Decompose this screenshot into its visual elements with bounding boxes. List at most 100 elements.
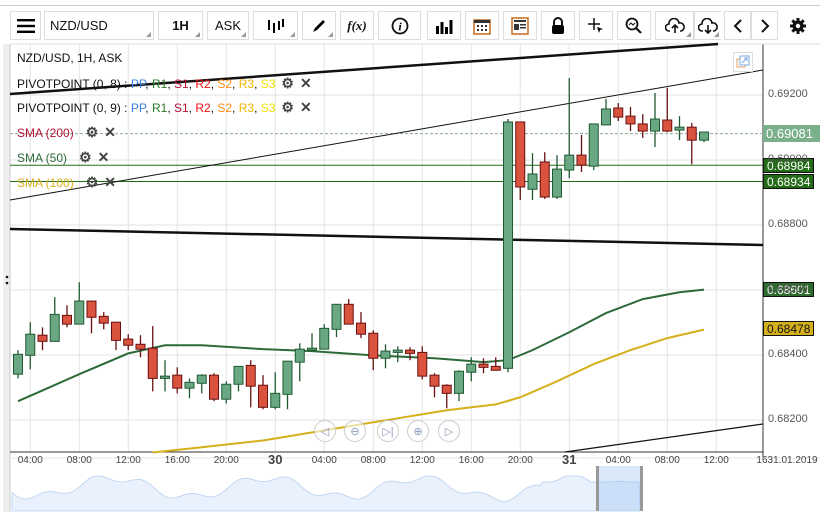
pivot-levels: PP, R1, S1, R2, S2, R3, S3 bbox=[130, 100, 276, 115]
candle-down bbox=[86, 300, 97, 318]
candle-down bbox=[245, 364, 256, 387]
x-tick-label: 12:00 bbox=[409, 455, 435, 466]
close-icon[interactable]: ✕ bbox=[98, 149, 110, 166]
triangle-right-icon: ▷ bbox=[444, 425, 454, 438]
close-icon[interactable]: ✕ bbox=[104, 124, 116, 141]
candle-up bbox=[319, 327, 330, 350]
legend-pivot-1: PIVOTPOINT (0, 8) : PP, R1, S1, R2, S2, … bbox=[17, 75, 312, 92]
x-tick-label: 08:00 bbox=[66, 455, 92, 466]
candle-down bbox=[686, 126, 697, 141]
candle-down bbox=[539, 161, 550, 198]
pivot-level-r1: R1 bbox=[151, 76, 168, 91]
candle-down bbox=[625, 115, 636, 125]
drag-handle-dot bbox=[5, 275, 9, 279]
candle-down bbox=[515, 121, 526, 188]
x-tick-label: 12:00 bbox=[115, 455, 141, 466]
candle-down bbox=[637, 123, 648, 132]
expand-button[interactable] bbox=[733, 52, 753, 72]
close-icon[interactable]: ✕ bbox=[104, 174, 116, 191]
pivot-level-s2: S2 bbox=[217, 100, 233, 115]
zoom-out-button[interactable]: ⊖ bbox=[344, 420, 366, 442]
candle-down bbox=[62, 314, 72, 325]
legend-title: NZD/USD, 1H, ASK bbox=[17, 51, 123, 65]
zoom-in-icon: ⊕ bbox=[413, 425, 423, 438]
legend-sma-200: SMA (200) ⚙ ✕ bbox=[17, 124, 116, 141]
candle-down bbox=[368, 332, 379, 359]
candle-up bbox=[233, 365, 244, 385]
y-tick-label: 0.69000 bbox=[768, 153, 808, 165]
zoom-in-button[interactable]: ⊕ bbox=[407, 420, 429, 442]
x-tick-label: 04:00 bbox=[605, 455, 631, 466]
y-tick-label: 0.68800 bbox=[768, 218, 808, 230]
gear-icon[interactable]: ⚙ bbox=[281, 99, 294, 116]
candle-up bbox=[25, 333, 36, 356]
x-tick-label: 20:00 bbox=[507, 455, 533, 466]
x-tick-label: 20:00 bbox=[213, 455, 239, 466]
candle-down bbox=[258, 384, 268, 408]
x-tick-label: 04:00 bbox=[311, 455, 337, 466]
candle-down bbox=[123, 338, 134, 346]
gear-icon[interactable]: ⚙ bbox=[86, 174, 99, 191]
candle-up bbox=[454, 370, 464, 394]
candle-down bbox=[613, 107, 624, 118]
candle-up bbox=[221, 383, 232, 400]
y-tick-label: 0.68600 bbox=[768, 283, 808, 295]
candle-up bbox=[503, 121, 513, 369]
pivot-level-r2: R2 bbox=[195, 100, 211, 115]
triangle-left-icon: ◁ bbox=[320, 425, 330, 438]
line-2-price-label: 0.68934 bbox=[763, 174, 815, 189]
navigator-area bbox=[11, 475, 641, 512]
candle-up bbox=[13, 353, 23, 375]
pivot-levels: PP, R1, S1, R2, S2, R3, S3 bbox=[130, 76, 276, 91]
current-price-label: 0.69081 bbox=[763, 125, 820, 142]
candle-down bbox=[98, 315, 109, 324]
candle-down bbox=[172, 374, 183, 389]
candle-down bbox=[441, 384, 452, 394]
reset-end-button[interactable]: ▷| bbox=[377, 420, 399, 442]
navigator-handle-left[interactable] bbox=[596, 466, 599, 511]
scroll-right-button[interactable]: ▷ bbox=[438, 420, 460, 442]
pivot-level-s3: S3 bbox=[260, 76, 276, 91]
candle-up bbox=[282, 360, 293, 395]
expand-icon bbox=[736, 55, 750, 68]
candle-down bbox=[356, 322, 366, 335]
candle-down bbox=[37, 334, 48, 342]
pivot-level-r1: R1 bbox=[151, 100, 168, 115]
gear-icon[interactable]: ⚙ bbox=[86, 124, 99, 141]
candle-up bbox=[527, 173, 538, 190]
candle-down bbox=[662, 119, 673, 132]
trendline bbox=[564, 423, 764, 453]
candle-down bbox=[147, 347, 158, 379]
candle-down bbox=[429, 374, 440, 387]
candle-down bbox=[490, 365, 501, 371]
x-tick-label: 08:00 bbox=[360, 455, 386, 466]
legend-sma-50: SMA (50) ⚙ ✕ bbox=[17, 149, 109, 166]
x-tick-label: 30 bbox=[268, 452, 283, 467]
scroll-left-button[interactable]: ◁ bbox=[314, 420, 336, 442]
candle-up bbox=[552, 168, 562, 198]
x-tick-label: 31 bbox=[562, 452, 577, 467]
candle-down bbox=[417, 351, 428, 377]
candle-up bbox=[294, 348, 305, 363]
close-icon[interactable]: ✕ bbox=[300, 75, 312, 92]
gear-icon[interactable]: ⚙ bbox=[79, 149, 92, 166]
close-icon[interactable]: ✕ bbox=[300, 99, 312, 116]
x-tick-label: 16:00 bbox=[164, 455, 190, 466]
sma-100-label: SMA (100) bbox=[17, 175, 74, 190]
sma-50-label: SMA (50) bbox=[17, 150, 68, 165]
separator: : bbox=[120, 100, 131, 115]
skip-end-icon: ▷| bbox=[382, 425, 394, 438]
pivot-level-r3: R3 bbox=[238, 100, 255, 115]
candle-down bbox=[343, 303, 354, 325]
navigator-handle-right[interactable] bbox=[640, 466, 643, 511]
candle-up bbox=[196, 374, 207, 384]
candle-up bbox=[650, 118, 660, 132]
sma-50-line bbox=[17, 288, 705, 403]
gear-icon[interactable]: ⚙ bbox=[281, 75, 294, 92]
sma-100-price-label: 0.68478 bbox=[763, 321, 815, 336]
candle-up bbox=[601, 108, 611, 126]
sma-200-label: SMA (200) bbox=[17, 125, 74, 140]
candle-up bbox=[588, 123, 599, 167]
y-tick-label: 0.69200 bbox=[768, 88, 808, 100]
legend-pivot-2: PIVOTPOINT (0, 9) : PP, R1, S1, R2, S2, … bbox=[17, 99, 312, 116]
